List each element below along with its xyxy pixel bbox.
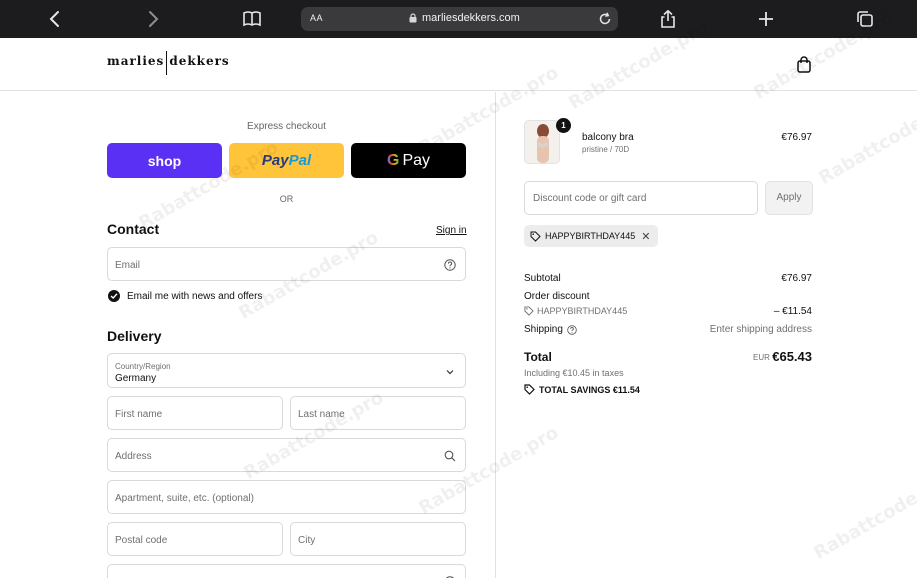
product-thumbnail — [524, 120, 560, 164]
subtotal-label: Subtotal — [524, 273, 561, 284]
logo-text-left: marlies — [107, 54, 165, 68]
google-g-icon: G — [386, 151, 400, 169]
discount-code-input[interactable]: Discount code or gift card — [524, 181, 758, 215]
lock-icon — [409, 13, 417, 23]
google-pay-label: Pay — [402, 151, 431, 169]
address-bar[interactable]: AA marliesdekkers.com — [301, 7, 618, 31]
taxes-note: Including €10.45 in taxes — [524, 368, 624, 378]
new-tab-icon[interactable] — [755, 9, 777, 29]
apartment-placeholder: Apartment, suite, etc. (optional) — [115, 493, 254, 504]
shipping-label: Shipping — [524, 324, 563, 335]
first-name-placeholder: First name — [115, 409, 163, 420]
first-name-field[interactable]: First name — [107, 396, 283, 430]
paypal-label-part1: Pay — [261, 152, 289, 169]
tag-icon — [524, 306, 534, 316]
total-savings: TOTAL SAVINGS €11.54 — [524, 384, 640, 395]
apply-button[interactable]: Apply — [765, 181, 813, 215]
product-price: €76.97 — [781, 132, 812, 143]
reload-icon[interactable] — [597, 11, 613, 27]
store-logo[interactable]: marlies dekkers — [107, 51, 230, 75]
back-icon[interactable] — [44, 9, 66, 29]
shopping-bag-icon[interactable] — [796, 56, 812, 74]
total-currency: EUR — [753, 353, 770, 362]
savings-value: €11.54 — [612, 384, 640, 395]
email-field[interactable]: Email — [107, 247, 466, 281]
shipping-value: Enter shipping address — [709, 324, 812, 335]
remove-code-icon[interactable]: ✕ — [641, 230, 650, 243]
order-summary: 1 balcony bra pristine / 70D €76.97 Disc… — [497, 92, 917, 578]
sign-in-link[interactable]: Sign in — [436, 225, 467, 236]
tag-icon — [530, 231, 541, 242]
newsletter-checkbox[interactable] — [108, 290, 120, 302]
shop-pay-button[interactable]: shop — [107, 143, 222, 178]
delivery-heading: Delivery — [107, 328, 162, 344]
total-value: €65.43 — [772, 349, 812, 364]
store-header: marlies dekkers — [0, 38, 917, 91]
apartment-field[interactable]: Apartment, suite, etc. (optional) — [107, 480, 466, 514]
tag-icon — [524, 384, 535, 395]
applied-code-chip: HAPPYBIRTHDAY445 ✕ — [524, 225, 659, 247]
bookmarks-icon[interactable] — [241, 9, 263, 29]
order-discount-label: Order discount — [524, 291, 590, 302]
total-label: Total — [524, 350, 552, 364]
or-divider: OR — [279, 194, 294, 204]
share-icon[interactable] — [657, 9, 679, 29]
browser-toolbar: AA marliesdekkers.com — [0, 0, 917, 38]
country-value: Germany — [115, 373, 157, 384]
google-pay-button[interactable]: G Pay — [351, 143, 466, 178]
savings-label: TOTAL SAVINGS — [539, 384, 611, 395]
quantity-badge: 1 — [556, 118, 571, 133]
postal-code-field[interactable]: Postal code — [107, 522, 283, 556]
product-name: balcony bra — [582, 132, 634, 143]
logo-separator — [166, 51, 168, 75]
help-icon[interactable] — [567, 324, 577, 335]
paypal-label-part2: Pal — [288, 152, 312, 169]
last-name-field[interactable]: Last name — [290, 396, 466, 430]
express-checkout-label: Express checkout — [247, 121, 326, 132]
contact-heading: Contact — [107, 221, 160, 237]
country-select[interactable]: Country/Region Germany — [107, 353, 466, 388]
shipping-row: Shipping — [524, 324, 577, 335]
help-icon[interactable] — [444, 258, 456, 271]
discount-code-row: HAPPYBIRTHDAY445 — [524, 306, 627, 316]
email-placeholder: Email — [115, 260, 141, 271]
logo-text-right: dekkers — [169, 54, 230, 68]
discount-value: – €11.54 — [773, 306, 812, 317]
paypal-button[interactable]: Pay Pal — [229, 143, 344, 178]
address-field[interactable]: Address — [107, 438, 466, 472]
city-placeholder: City — [298, 535, 316, 546]
discount-code-text: HAPPYBIRTHDAY445 — [537, 306, 628, 316]
product-variant: pristine / 70D — [582, 145, 630, 154]
search-icon — [444, 449, 456, 462]
address-placeholder: Address — [115, 451, 152, 462]
chevron-down-icon — [444, 365, 456, 377]
postal-code-placeholder: Postal code — [115, 535, 168, 546]
forward-icon[interactable] — [142, 9, 164, 29]
phone-field[interactable] — [107, 564, 466, 578]
applied-code-text: HAPPYBIRTHDAY445 — [545, 231, 636, 241]
discount-placeholder: Discount code or gift card — [533, 193, 647, 204]
checkout-form: Express checkout shop Pay Pal G Pay OR Con… — [0, 92, 496, 578]
text-size-button[interactable]: AA — [310, 13, 323, 23]
last-name-placeholder: Last name — [298, 409, 345, 420]
url-text: marliesdekkers.com — [422, 12, 520, 24]
tabs-overview-icon[interactable] — [854, 9, 876, 29]
subtotal-value: €76.97 — [781, 273, 812, 284]
city-field[interactable]: City — [290, 522, 466, 556]
country-label: Country/Region — [115, 362, 171, 371]
newsletter-label: Email me with news and offers — [127, 291, 263, 302]
shop-pay-label: shop — [147, 152, 182, 169]
